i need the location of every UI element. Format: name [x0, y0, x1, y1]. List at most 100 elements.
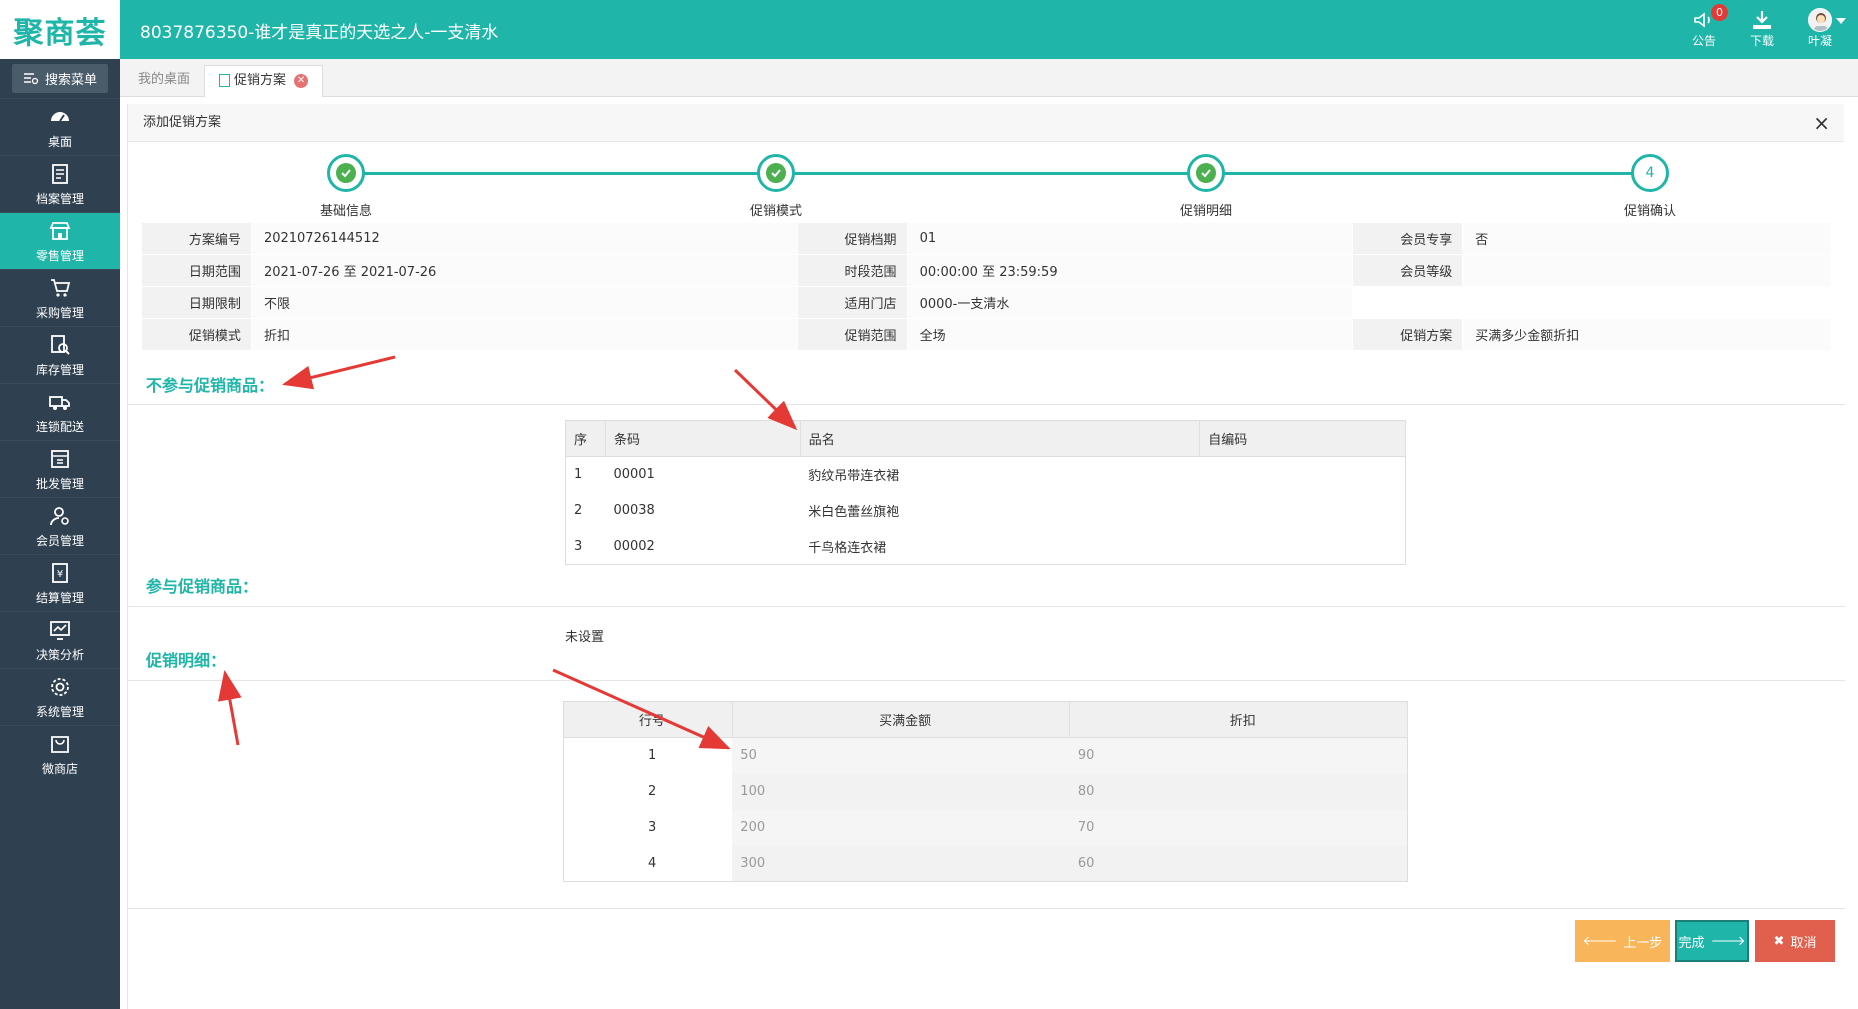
sidebar-item-label: 微商店 [41, 761, 78, 776]
sidebar-item-label: 库存管理 [35, 362, 84, 377]
sidebar: 搜索菜单 桌面档案管理零售管理采购管理库存管理连锁配送批发管理会员管理 ¥ 结算管理… [0, 59, 120, 1009]
tab-desktop[interactable]: 我的桌面 [124, 65, 204, 97]
column-header[interactable]: 自编码 [1199, 420, 1406, 457]
info-value [1462, 286, 1832, 319]
cancel-button[interactable]: ✖ 取消 [1755, 920, 1835, 962]
table-row[interactable]: 2 100 80 [564, 773, 1408, 810]
info-label: 会员等级 [1352, 254, 1464, 287]
table-row[interactable]: 1 00001 豹纹吊带连衣裙 [566, 457, 1406, 493]
sidebar-item-label: 决策分析 [35, 647, 84, 662]
info-table: 方案编号 20210726144512 促销档期 01 会员专享否日期范围 2021-07… [141, 222, 1832, 351]
sidebar-item-label: 桌面 [47, 134, 72, 149]
info-row: 方案编号 20210726144512 促销档期 01 会员专享否 [141, 222, 1832, 255]
excluded-goods-title: 不参与促销商品： [146, 376, 275, 395]
column-header[interactable]: 条码 [605, 420, 801, 457]
sidebar-item-7[interactable]: 会员管理 [0, 497, 120, 554]
table-cell: 00001 [613, 467, 655, 483]
sidebar-item-label: 会员管理 [35, 533, 84, 548]
column-header[interactable]: 序 [565, 420, 606, 457]
sidebar-item-8[interactable]: ¥ 结算管理 [0, 554, 120, 611]
excluded-goods-table: 序条码 品名 自编码 1 00001 豹纹吊带连衣裙 2 00038 米白色蕾丝旗袍 3 00002… [565, 420, 1406, 565]
promotion-detail-title: 促销明细： [146, 651, 227, 670]
close-icon[interactable]: ✕ [294, 73, 309, 88]
search-menu-button[interactable]: 搜索菜单 [12, 64, 108, 93]
table-cell: 60 [1069, 845, 1408, 882]
table-cell: 4 [648, 855, 657, 871]
finish-label: 完成 [1678, 935, 1705, 951]
table-cell: 100 [732, 773, 1070, 810]
sidebar-item-3[interactable]: 采购管理 [0, 269, 120, 326]
announcement-label: 公告 [1691, 34, 1716, 48]
table-row[interactable]: 3 200 70 [564, 809, 1408, 846]
download-icon [1752, 11, 1771, 29]
table-row[interactable]: 2 00038 米白色蕾丝旗袍 [566, 493, 1406, 529]
table-cell: 1 [574, 467, 583, 483]
table-row[interactable]: 1 50 90 [564, 737, 1408, 774]
table-cell: 300 [732, 845, 1070, 882]
info-value: 买满多少金额折扣 [1462, 318, 1832, 351]
table-row[interactable]: 3 00002 千鸟格连衣裙 [566, 529, 1406, 565]
sidebar-item-0[interactable]: 桌面 [0, 98, 120, 155]
top-bar: 聚商荟 8037876350-谁才是真正的天选之人-一支清水 0 公告 下载 叶… [0, 0, 1858, 59]
document-icon [219, 74, 230, 87]
step-1: 基础信息 [276, 154, 416, 219]
panel-title: 添加促销方案 [143, 115, 222, 130]
table-cell: 90 [1069, 737, 1408, 774]
table-cell: 1 [648, 748, 657, 764]
step-circle [1187, 154, 1225, 192]
check-icon [766, 163, 786, 183]
close-icon[interactable]: × [1813, 104, 1830, 142]
sidebar-item-10[interactable]: 系统管理 [0, 668, 120, 725]
sidebar-item-2[interactable]: 零售管理 [0, 212, 120, 269]
table-cell: 2 [574, 503, 583, 518]
table-cell: 00002 [613, 538, 655, 554]
gear-icon [51, 677, 69, 696]
sidebar-item-4[interactable]: 库存管理 [0, 326, 120, 383]
settlement-icon: ¥ [52, 562, 68, 583]
prev-step-button[interactable]: 🡐 上一步 [1575, 920, 1670, 962]
column-header[interactable]: 行号 [563, 701, 733, 738]
table-cell [1200, 493, 1406, 529]
table-cell: 200 [732, 809, 1070, 846]
sidebar-item-label: 采购管理 [35, 305, 84, 320]
sidebar-item-label: 连锁配送 [35, 419, 84, 434]
svg-text:¥: ¥ [57, 569, 63, 580]
table-cell: 米白色蕾丝旗袍 [808, 505, 900, 520]
sidebar-item-9[interactable]: 决策分析 [0, 611, 120, 668]
inventory-icon [51, 334, 70, 355]
panel-header: 添加促销方案 × [128, 104, 1844, 142]
sidebar-item-11[interactable]: 微商店 [0, 725, 120, 782]
column-header[interactable]: 折扣 [1069, 701, 1408, 738]
sidebar-item-5[interactable]: 连锁配送 [0, 383, 120, 440]
tab-promotion[interactable]: 促销方案 ✕ [204, 65, 324, 97]
step-circle [327, 154, 365, 192]
sidebar-item-label: 结算管理 [35, 590, 84, 605]
arrow-left-icon: 🡐 [1582, 934, 1618, 949]
info-label: 时段范围 [796, 254, 908, 287]
step-line [346, 172, 1650, 175]
logo-text: 聚商荟 [13, 15, 107, 51]
info-label: 促销档期 [796, 222, 908, 255]
table-cell: 豹纹吊带连衣裙 [808, 469, 900, 485]
logo[interactable]: 聚商荟 [0, 0, 120, 59]
promotion-detail-table: 行号 买满金额 折扣 1 50 90 2 100 80 3 200 70 4 300 60 [563, 701, 1408, 882]
step-4: 4 促销确认 [1580, 154, 1720, 219]
info-label: 日期限制 [141, 286, 252, 319]
prev-label: 上一步 [1623, 935, 1663, 951]
sidebar-item-6[interactable]: 批发管理 [0, 440, 120, 497]
info-row: 日期限制 不限 适用门店 0000-一支清水 [141, 286, 1832, 319]
info-value: 否 [1462, 222, 1832, 255]
sidebar-item-label: 档案管理 [35, 191, 84, 206]
user-menu[interactable]: 叶凝 [1807, 8, 1846, 49]
announcement-button[interactable]: 0 公告 [1691, 4, 1728, 49]
column-header[interactable]: 品名 [800, 420, 1201, 457]
sidebar-item-1[interactable]: 档案管理 [0, 155, 120, 212]
finish-button[interactable]: 完成 🡒 [1675, 920, 1749, 962]
info-label [1352, 286, 1464, 319]
app-title: 8037876350-谁才是真正的天选之人-一支清水 [140, 23, 499, 43]
step-label: 基础信息 [319, 204, 372, 219]
download-button[interactable]: 下载 [1750, 8, 1774, 49]
column-header[interactable]: 买满金额 [732, 701, 1071, 738]
notification-badge: 0 [1710, 4, 1728, 21]
table-row[interactable]: 4 300 60 [564, 845, 1408, 882]
